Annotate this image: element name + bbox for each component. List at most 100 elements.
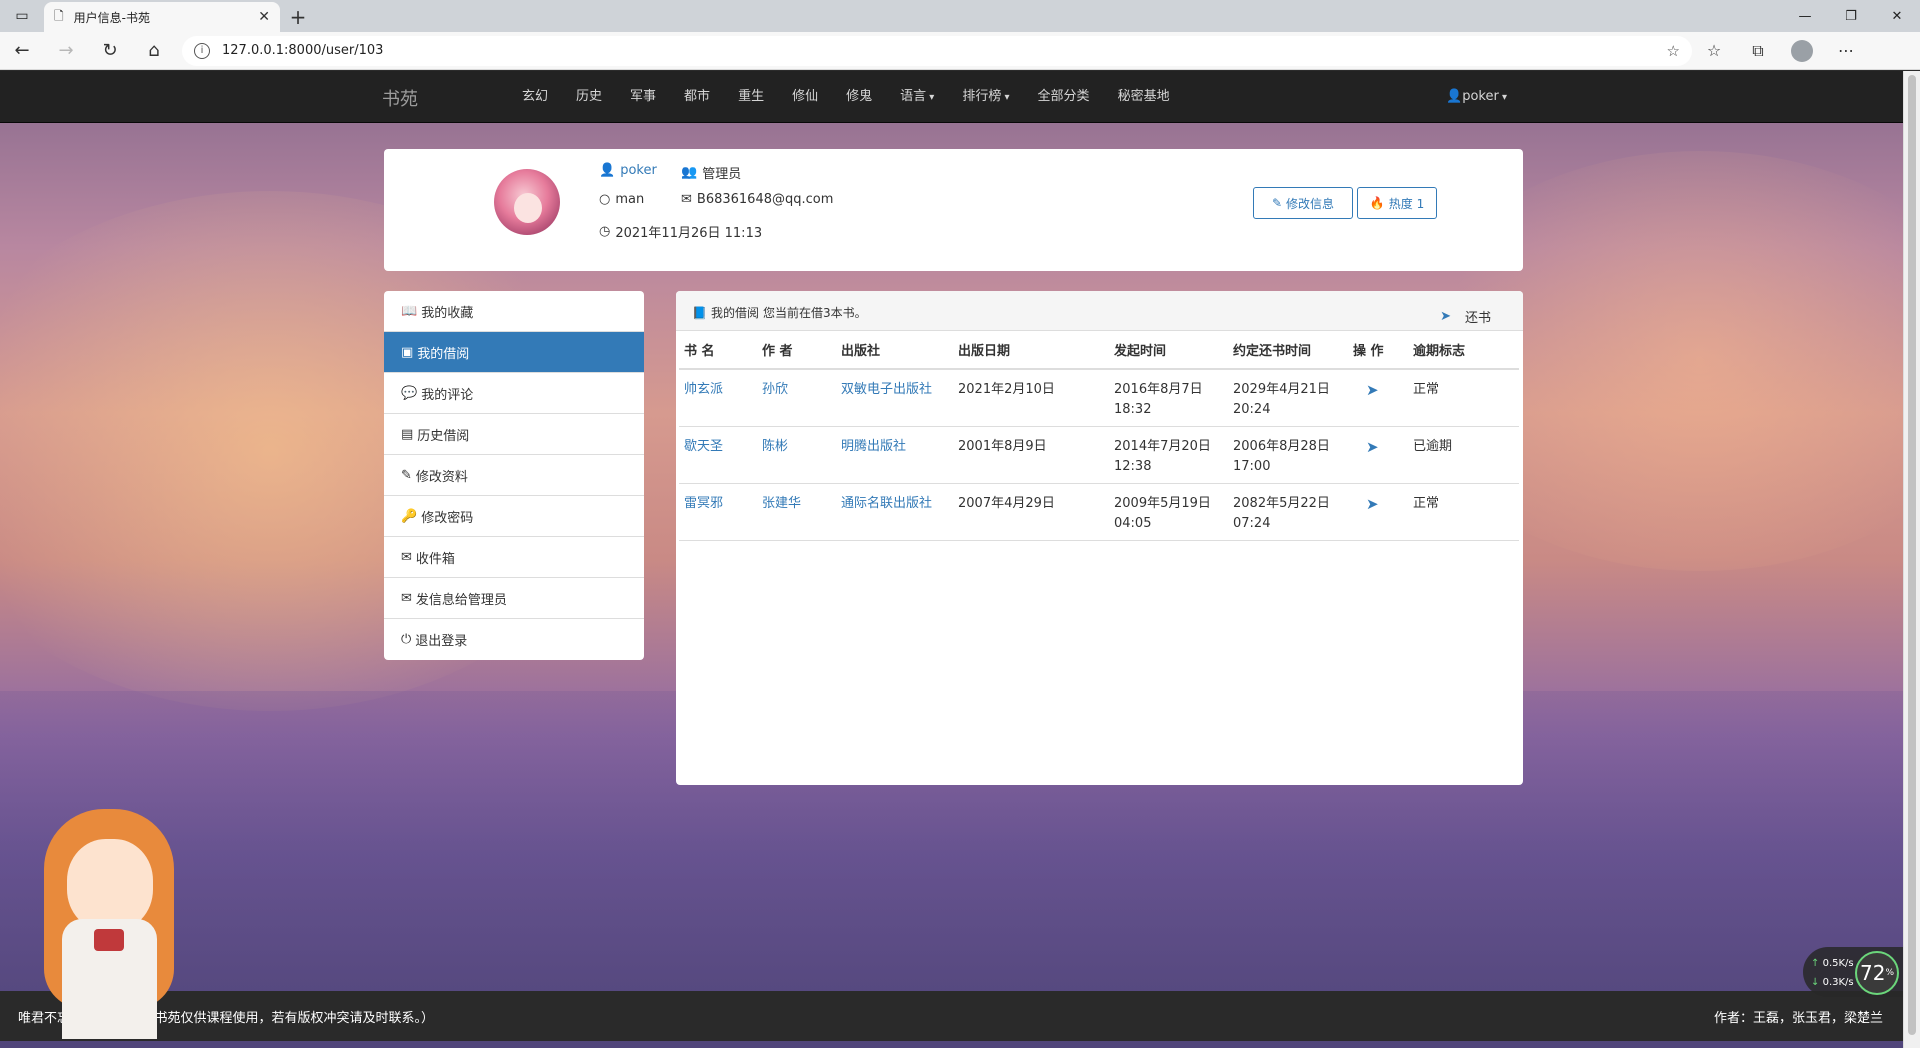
browser-tabbar: ▭ 🗋 用户信息-书苑 ✕ + — ❐ ✕ bbox=[0, 0, 1920, 32]
nav-item-secret-base[interactable]: 秘密基地 bbox=[1104, 71, 1184, 123]
due-time: 2029年4月21日 20:24 bbox=[1228, 369, 1348, 427]
due-clock-text: 07:24 bbox=[1233, 516, 1271, 531]
due-clock-text: 17:00 bbox=[1233, 459, 1271, 474]
publisher-link[interactable]: 双敏电子出版社 bbox=[836, 369, 953, 427]
url-input[interactable]: i 127.0.0.1:8000/user/103 ☆ bbox=[182, 35, 1692, 66]
favorites-icon[interactable]: ☆ bbox=[1692, 32, 1736, 70]
heat-button[interactable]: 🔥 热度 1 bbox=[1357, 187, 1437, 219]
page-viewport: 书苑 玄幻 历史 军事 都市 重生 修仙 修鬼 语言 排行榜 全部分类 秘密基地… bbox=[0, 71, 1903, 1048]
start-date-text: 2014年7月20日 bbox=[1114, 439, 1211, 454]
nav-item-junshi[interactable]: 军事 bbox=[616, 71, 670, 123]
nav-item-dushi[interactable]: 都市 bbox=[670, 71, 724, 123]
history-book-icon: ▤ bbox=[401, 426, 414, 442]
profile-button[interactable] bbox=[1780, 32, 1824, 70]
publisher-link[interactable]: 明腾出版社 bbox=[836, 426, 953, 484]
sidebar-item-change-password[interactable]: 🔑 修改密码 bbox=[384, 496, 644, 537]
nav-item-lishi[interactable]: 历史 bbox=[562, 71, 616, 123]
sidebar-item-label: 历史借阅 bbox=[417, 428, 470, 444]
browser-tab[interactable]: 🗋 用户信息-书苑 ✕ bbox=[44, 2, 280, 32]
window-controls: — ❐ ✕ bbox=[1782, 0, 1920, 32]
profile-email-text: B68361648@qq.com bbox=[696, 192, 834, 207]
col-action: 操 作 bbox=[1348, 331, 1408, 370]
mascot-bow bbox=[94, 929, 124, 951]
scrollbar-thumb[interactable] bbox=[1908, 75, 1916, 1035]
nav-item-language-dropdown[interactable]: 语言 bbox=[886, 71, 948, 123]
user-dropdown[interactable]: 👤poker ▾ bbox=[1446, 71, 1507, 124]
forward-button[interactable]: → bbox=[44, 32, 88, 70]
sidebar-item-comments[interactable]: 💬 我的评论 bbox=[384, 373, 644, 414]
start-date-text: 2009年5月19日 bbox=[1114, 496, 1211, 511]
home-button[interactable]: ⌂ bbox=[132, 32, 176, 70]
return-action-icon[interactable]: ➤ bbox=[1348, 426, 1408, 484]
settings-menu-icon[interactable]: ⋯ bbox=[1824, 32, 1868, 70]
new-tab-button[interactable]: + bbox=[280, 2, 316, 32]
publisher-link[interactable]: 通际名联出版社 bbox=[836, 483, 953, 541]
upload-speed: ↑ 0.5K/s bbox=[1811, 958, 1854, 969]
return-action-icon[interactable]: ➤ bbox=[1348, 369, 1408, 427]
profile-role: 👥 管理员 bbox=[681, 163, 741, 182]
nav-item-all-categories[interactable]: 全部分类 bbox=[1024, 71, 1104, 123]
tab-actions-icon[interactable]: ▭ bbox=[0, 0, 44, 32]
sidebar-item-favorites[interactable]: 📖 我的收藏 bbox=[384, 291, 644, 332]
nav-item-chongsheng[interactable]: 重生 bbox=[724, 71, 778, 123]
paper-plane-icon: ➤ bbox=[1440, 309, 1451, 324]
start-clock-text: 12:38 bbox=[1114, 459, 1152, 474]
profile-gender-text: man bbox=[615, 192, 645, 207]
footer-authors: 作者：王磊，张玉君，梁楚兰 bbox=[1713, 1011, 1883, 1026]
overdue-status: 已逾期 bbox=[1408, 426, 1519, 484]
page-icon: 🗋 bbox=[54, 8, 64, 23]
sidebar-item-label: 我的评论 bbox=[421, 387, 474, 403]
nav-item-xiugui[interactable]: 修鬼 bbox=[832, 71, 886, 123]
add-favorite-icon[interactable]: ☆ bbox=[1667, 42, 1680, 60]
nav-item-ranking-dropdown[interactable]: 排行榜 bbox=[948, 71, 1023, 123]
sidebar-item-history[interactable]: ▤ 历史借阅 bbox=[384, 414, 644, 455]
author-link[interactable]: 孙欣 bbox=[757, 369, 836, 427]
profile-gender: ○ man bbox=[599, 192, 644, 207]
clock-icon: ◷ bbox=[599, 224, 611, 239]
network-speed-widget[interactable]: ↑ 0.5K/s ↓ 0.3K/s 72% bbox=[1803, 947, 1903, 997]
site-navbar: 书苑 玄幻 历史 军事 都市 重生 修仙 修鬼 语言 排行榜 全部分类 秘密基地… bbox=[0, 71, 1903, 123]
nav-item-xiuxian[interactable]: 修仙 bbox=[778, 71, 832, 123]
return-action-icon[interactable]: ➤ bbox=[1348, 483, 1408, 541]
power-icon: ⏻ bbox=[401, 632, 412, 647]
book-title-link[interactable]: 帅玄派 bbox=[679, 369, 757, 427]
sidebar-item-edit-profile[interactable]: ✎ 修改资料 bbox=[384, 455, 644, 496]
profile-username[interactable]: 👤 poker bbox=[599, 163, 657, 178]
book-title-link[interactable]: 歇天圣 bbox=[679, 426, 757, 484]
chevron-down-icon: ▾ bbox=[1498, 92, 1508, 103]
sidebar-item-my-borrow[interactable]: ▣ 我的借阅 bbox=[384, 332, 644, 373]
book-title-link[interactable]: 雷冥邪 bbox=[679, 483, 757, 541]
download-speed: ↓ 0.3K/s bbox=[1811, 977, 1854, 988]
mascot-face bbox=[67, 839, 153, 931]
edit-info-button[interactable]: ✎ 修改信息 bbox=[1253, 187, 1353, 219]
sidebar-item-inbox[interactable]: ✉ 收件箱 bbox=[384, 537, 644, 578]
comment-icon: 💬 bbox=[401, 385, 418, 401]
page-scrollbar[interactable] bbox=[1903, 71, 1920, 1048]
start-time: 2016年8月7日 18:32 bbox=[1109, 369, 1228, 427]
collections-icon[interactable]: ⧉ bbox=[1736, 32, 1780, 70]
sidebar-item-message-admin[interactable]: ✉ 发信息给管理员 bbox=[384, 578, 644, 619]
memory-percent-text: 72 bbox=[1859, 961, 1886, 985]
url-text: 127.0.0.1:8000/user/103 bbox=[222, 43, 384, 58]
due-date-text: 2029年4月21日 bbox=[1233, 382, 1330, 397]
close-window-icon[interactable]: ✕ bbox=[1874, 0, 1920, 32]
close-tab-icon[interactable]: ✕ bbox=[258, 9, 270, 25]
sidebar-item-logout[interactable]: ⏻ 退出登录 bbox=[384, 619, 644, 660]
nav-item-xuanhuan[interactable]: 玄幻 bbox=[508, 71, 562, 123]
return-book-button[interactable]: ➤ 还书 bbox=[1440, 307, 1491, 326]
back-button[interactable]: ← bbox=[0, 32, 44, 70]
table-header-row: 书 名 作 者 出版社 出版日期 发起时间 约定还书时间 操 作 逾期标志 bbox=[679, 331, 1519, 370]
arrow-down-icon: ↓ bbox=[1811, 977, 1820, 988]
envelope-icon: ✉ bbox=[401, 590, 412, 606]
refresh-button[interactable]: ↻ bbox=[88, 32, 132, 70]
site-info-icon[interactable]: i bbox=[194, 42, 210, 59]
mascot-character[interactable] bbox=[22, 809, 197, 1048]
author-link[interactable]: 张建华 bbox=[757, 483, 836, 541]
site-brand[interactable]: 书苑 bbox=[382, 85, 418, 111]
minimize-icon[interactable]: — bbox=[1782, 0, 1828, 32]
author-link[interactable]: 陈彬 bbox=[757, 426, 836, 484]
start-clock-text: 18:32 bbox=[1114, 402, 1152, 417]
download-speed-text: 0.3K/s bbox=[1822, 977, 1854, 988]
col-due-time: 约定还书时间 bbox=[1228, 331, 1348, 370]
restore-icon[interactable]: ❐ bbox=[1828, 0, 1874, 32]
